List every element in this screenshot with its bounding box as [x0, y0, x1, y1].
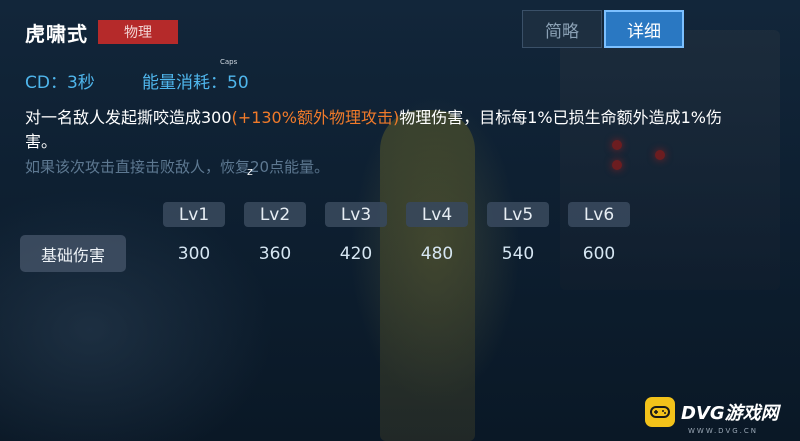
cooldown-text: CD：3秒 [25, 73, 95, 93]
tiny-label: Caps [220, 58, 238, 66]
damage-value-lv4: 480 [420, 244, 454, 264]
level-header-1: Lv1 [163, 202, 225, 227]
watermark-logo: DVG游戏网 [645, 397, 779, 427]
watermark-text: DVG游戏网 [681, 403, 779, 424]
skill-name: 虎啸式 [25, 22, 88, 46]
description-text: 对一名敌人发起撕咬造成300 [25, 108, 232, 127]
level-header-4: Lv4 [406, 202, 468, 227]
damage-value-lv6: 600 [582, 244, 616, 264]
energy-cost-text: 能量消耗：50 [142, 73, 249, 93]
level-header-2: Lv2 [244, 202, 306, 227]
watermark-url: WWW.DVG.CN [688, 427, 759, 435]
view-tabs: 简略 详细 [522, 10, 684, 48]
gamepad-icon [645, 397, 675, 427]
level-header-3: Lv3 [325, 202, 387, 227]
damage-type-badge: 物理 [98, 20, 178, 44]
z-mark: z [247, 165, 253, 178]
damage-value-lv1: 300 [177, 244, 211, 264]
level-header-6: Lv6 [568, 202, 630, 227]
damage-value-lv2: 360 [258, 244, 292, 264]
damage-value-lv3: 420 [339, 244, 373, 264]
tab-brief[interactable]: 简略 [522, 10, 602, 48]
level-header-5: Lv5 [487, 202, 549, 227]
tab-detailed[interactable]: 详细 [604, 10, 684, 48]
skill-note: 如果该次攻击直接击败敌人，恢复20点能量。 [25, 158, 330, 176]
background-character [380, 110, 475, 441]
background-light [612, 160, 622, 170]
skill-description: 对一名敌人发起撕咬造成300(+130%额外物理攻击)物理伤害，目标每1%已损生… [25, 106, 745, 154]
base-damage-label: 基础伤害 [20, 235, 126, 272]
description-scaling: (+130%额外物理攻击) [231, 108, 400, 127]
damage-value-lv5: 540 [501, 244, 535, 264]
